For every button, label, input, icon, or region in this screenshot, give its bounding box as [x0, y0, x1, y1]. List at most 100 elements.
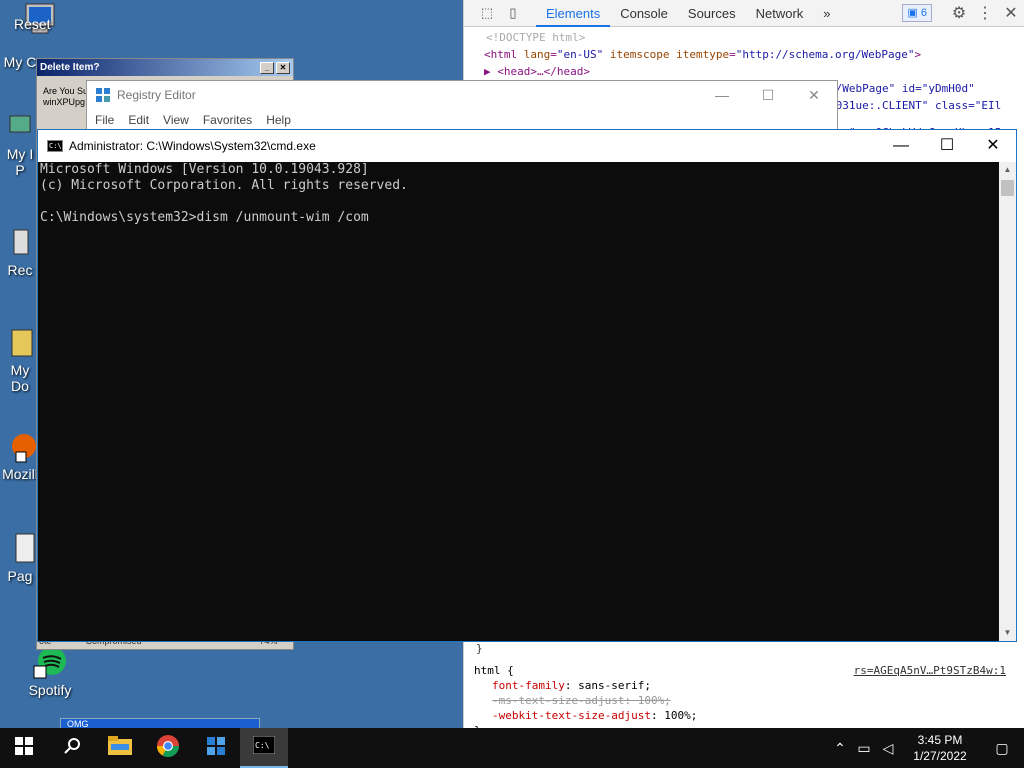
desktop-icon-label: My C	[3, 54, 37, 70]
inspect-element-icon[interactable]: ⬚	[474, 5, 500, 21]
cmd-window: C:\ Administrator: C:\Windows\System32\c…	[37, 129, 1017, 642]
scroll-down-icon[interactable]: ▼	[999, 625, 1016, 641]
style-prop-name: font-family	[492, 679, 565, 692]
style-rule-1[interactable]: font-family: sans-serif;	[474, 678, 1014, 693]
close-button[interactable]: ✕	[970, 130, 1016, 162]
system-tray: ⌃ ▭ ◁ 3:45 PM 1/27/2022 ▢	[828, 732, 1024, 764]
more-tabs-button[interactable]: »	[813, 0, 840, 27]
dialog-title-bar[interactable]: Delete Item? _ ✕	[37, 59, 293, 76]
regedit-title: Registry Editor	[117, 88, 196, 102]
style-prop-name: -webkit-text-size-adjust	[492, 709, 651, 722]
style-source-link[interactable]: rs=AGEqA5nV…Pt9STzB4w:1	[854, 663, 1006, 678]
html-lang-val: "en-US"	[556, 48, 604, 61]
gear-icon[interactable]: ⚙	[946, 3, 972, 23]
search-button[interactable]	[48, 728, 96, 768]
minimize-button[interactable]: —	[699, 87, 745, 103]
folder-icon	[108, 735, 132, 761]
start-button[interactable]	[0, 728, 48, 768]
volume-muted-icon[interactable]: ◁	[876, 740, 900, 757]
dom-line-head[interactable]: ▶ <head>…</head>	[484, 63, 1024, 80]
tab-sources[interactable]: Sources	[678, 0, 746, 27]
taskbar-file-explorer[interactable]	[96, 728, 144, 768]
html-tag: <html	[484, 48, 518, 61]
style-rule-3[interactable]: -webkit-text-size-adjust: 100%;	[474, 708, 1014, 723]
menu-view[interactable]: View	[163, 113, 189, 127]
menu-file[interactable]: File	[95, 113, 114, 127]
issues-badge[interactable]: ▣ 6	[902, 4, 932, 22]
style-prop-value: 100%;	[664, 709, 698, 722]
folder-icon	[2, 326, 38, 360]
tab-console[interactable]: Console	[610, 0, 678, 27]
registry-icon	[205, 735, 227, 762]
head-tag: <head>…</head>	[497, 65, 590, 78]
taskbar-cmd[interactable]: C:\	[240, 728, 288, 768]
clock[interactable]: 3:45 PM 1/27/2022	[900, 732, 980, 764]
registry-icon	[95, 87, 117, 103]
desktop-icon-reset[interactable]: Reset	[0, 2, 80, 38]
scroll-up-icon[interactable]: ▲	[999, 162, 1016, 178]
taskbar-chrome[interactable]	[144, 728, 192, 768]
cmd-title: Administrator: C:\Windows\System32\cmd.e…	[69, 139, 316, 153]
close-button[interactable]: ✕	[791, 87, 837, 104]
chrome-icon	[156, 734, 180, 763]
html-lang-attr: lang	[523, 48, 551, 61]
menu-help[interactable]: Help	[266, 113, 291, 127]
network-icon[interactable]: ▭	[852, 740, 876, 757]
devtools-toolbar: ⬚ ▯ Elements Console Sources Network » ▣…	[464, 0, 1024, 27]
html-scope-val: "http://schema.org/WebPage"	[735, 48, 915, 61]
desktop-icon-my-computer[interactable]: My C	[0, 54, 40, 70]
menu-favorites[interactable]: Favorites	[203, 113, 252, 127]
style-prop-value: sans-serif;	[578, 679, 651, 692]
desktop-icon-my-documents[interactable]: My Do	[0, 326, 40, 394]
minimize-button[interactable]: —	[878, 130, 924, 162]
firefox-icon	[2, 430, 38, 464]
chevron-up-icon[interactable]: ⌃	[828, 740, 852, 757]
desktop-icon-label: Mozill	[2, 466, 38, 482]
taskbar: C:\ ⌃ ▭ ◁ 3:45 PM 1/27/2022 ▢	[0, 728, 1024, 768]
spotify-icon	[32, 646, 68, 680]
maximize-button[interactable]: ☐	[924, 130, 970, 162]
desktop-icon-my-network[interactable]: My I P	[0, 110, 40, 178]
close-icon[interactable]: ✕	[998, 3, 1024, 23]
desktop-icon-label: My Do	[10, 362, 30, 394]
minimize-button[interactable]: _	[260, 61, 274, 74]
desktop-icon-spotify[interactable]: Spotify	[10, 646, 90, 698]
style-rule-2[interactable]: -ms-text-size-adjust: 100%;	[474, 693, 1014, 708]
notification-icon[interactable]: ▢	[980, 740, 1024, 757]
search-icon	[63, 737, 81, 760]
scrollbar-thumb[interactable]	[1001, 180, 1014, 196]
desktop-icon-label: Rec	[7, 262, 33, 278]
expand-arrow-icon[interactable]: ▶	[484, 65, 497, 78]
html-scope-attr: itemscope itemtype	[609, 48, 730, 61]
regedit-title-bar[interactable]: Registry Editor — ☐ ✕	[87, 81, 837, 109]
more-options-icon[interactable]: ⋮	[972, 3, 998, 23]
maximize-button[interactable]: ☐	[745, 87, 791, 104]
svg-text:C:\: C:\	[255, 741, 270, 750]
dialog-title: Delete Item?	[40, 62, 100, 73]
desktop-icon-mozilla[interactable]: Mozill	[0, 430, 40, 482]
desktop-icon-label: My I P	[6, 146, 34, 178]
device-toolbar-icon[interactable]: ▯	[500, 5, 526, 21]
cmd-icon: C:\	[47, 140, 63, 152]
menu-edit[interactable]: Edit	[128, 113, 149, 127]
windows-logo-icon	[15, 736, 33, 760]
message-icon: ▣	[907, 7, 921, 19]
dom-closing-brace: }	[476, 642, 483, 655]
network-icon	[2, 110, 38, 144]
console-output[interactable]: Microsoft Windows [Version 10.0.19043.92…	[38, 162, 998, 641]
desktop-icon-label: Spotify	[28, 682, 72, 698]
clock-date: 1/27/2022	[913, 749, 967, 763]
desktop-icon-pages[interactable]: Pag	[0, 532, 40, 584]
taskbar-regedit[interactable]	[192, 728, 240, 768]
clock-time: 3:45 PM	[917, 733, 963, 747]
desktop-icon-label: Pag	[7, 568, 33, 584]
regedit-menu-bar: File Edit View Favorites Help	[87, 113, 837, 127]
dom-line-html[interactable]: <html lang="en-US" itemscope itemtype="h…	[484, 46, 1024, 63]
scrollbar[interactable]: ▲ ▼	[999, 162, 1016, 641]
dom-line-doctype[interactable]: <!DOCTYPE html>	[486, 29, 1024, 46]
close-button[interactable]: ✕	[276, 61, 290, 74]
cmd-title-bar[interactable]: C:\ Administrator: C:\Windows\System32\c…	[38, 130, 1016, 162]
desktop-icon-recycle-bin[interactable]: Rec	[0, 226, 40, 278]
tab-network[interactable]: Network	[746, 0, 814, 27]
tab-elements[interactable]: Elements	[536, 0, 611, 27]
